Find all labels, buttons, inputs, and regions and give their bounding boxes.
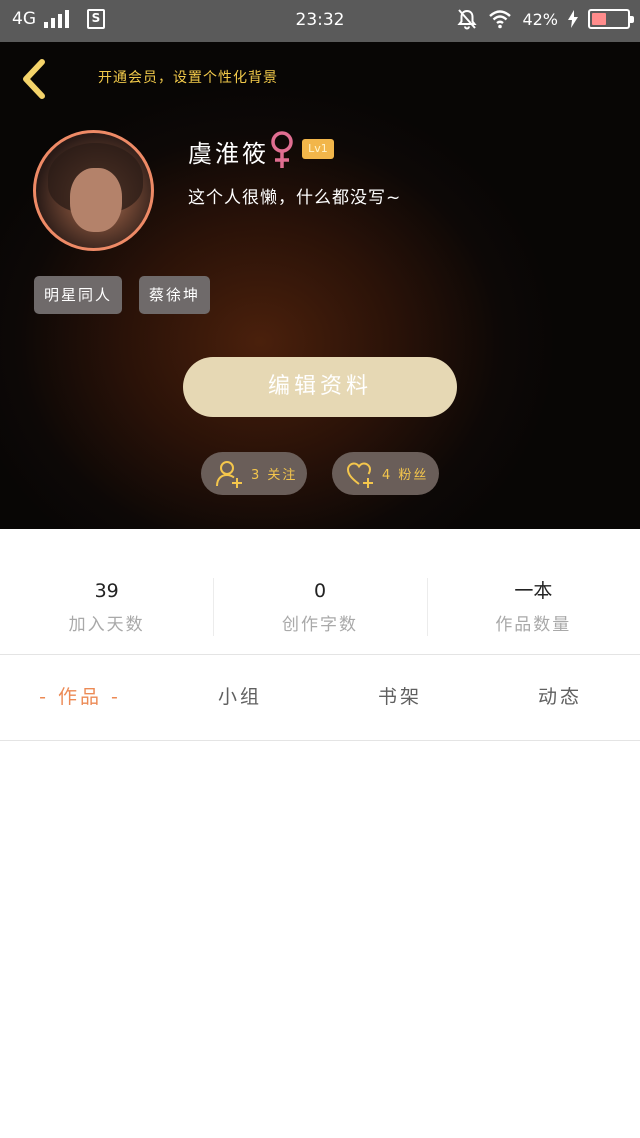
chevron-left-icon — [23, 59, 45, 99]
charging-icon — [568, 10, 578, 28]
status-right: 42% — [456, 8, 634, 30]
level-badge: Lv1 — [302, 139, 334, 159]
tab-bar: - 作品 - 小组 书架 动态 — [0, 655, 640, 739]
stat-label: 创作字数 — [281, 615, 358, 635]
battery-icon — [588, 9, 634, 29]
mute-bell-icon — [457, 9, 478, 30]
tag-chip[interactable]: 明星同人 — [34, 276, 123, 314]
status-bar: 4G S 23:32 42% — [0, 0, 640, 42]
stat-label: 作品数量 — [495, 615, 572, 635]
profile-header: 开通会员，设置个性化背景 虞淮筱 Lv1 这个人很懒，什么都没写~ 明星同人 蔡… — [0, 42, 640, 529]
divider — [0, 740, 640, 741]
fans-button[interactable]: 4 粉丝 — [332, 452, 439, 495]
user-add-icon — [216, 460, 242, 488]
stat-label: 加入天数 — [68, 615, 145, 635]
stat-join-days: 39 加入天数 — [0, 578, 213, 638]
avatar[interactable] — [33, 130, 154, 251]
tab-bookshelf[interactable]: 书架 — [350, 655, 450, 739]
nickname: 虞淮筱 — [188, 140, 269, 168]
stat-value: 39 — [94, 580, 119, 602]
vip-promo-link[interactable]: 开通会员，设置个性化背景 — [98, 67, 278, 87]
wifi-icon — [489, 10, 512, 29]
edit-profile-button[interactable]: 编辑资料 — [183, 357, 457, 417]
fans-count: 4 粉丝 — [382, 468, 429, 483]
female-icon — [271, 131, 293, 168]
stat-value: 0 — [313, 580, 327, 602]
stat-value: 一本 — [514, 580, 553, 602]
tab-activity[interactable]: 动态 — [510, 655, 610, 739]
tab-works[interactable]: - 作品 - — [10, 655, 150, 739]
avatar-face — [70, 168, 122, 232]
stat-word-count: 0 创作字数 — [213, 578, 426, 638]
stat-works-count: 一本 作品数量 — [426, 578, 640, 638]
bio: 这个人很懒，什么都没写~ — [188, 188, 402, 208]
heart-plus-icon — [346, 461, 373, 488]
back-button[interactable] — [16, 56, 56, 102]
battery-fill — [592, 13, 607, 25]
following-count: 3 关注 — [251, 468, 298, 483]
stats-row: 39 加入天数 0 创作字数 一本 作品数量 — [0, 578, 640, 638]
tab-groups[interactable]: 小组 — [190, 655, 290, 739]
following-button[interactable]: 3 关注 — [201, 452, 307, 495]
tag-list: 明星同人 蔡徐坤 — [34, 276, 211, 314]
battery-percent: 42% — [522, 9, 558, 29]
tag-chip[interactable]: 蔡徐坤 — [139, 276, 211, 314]
